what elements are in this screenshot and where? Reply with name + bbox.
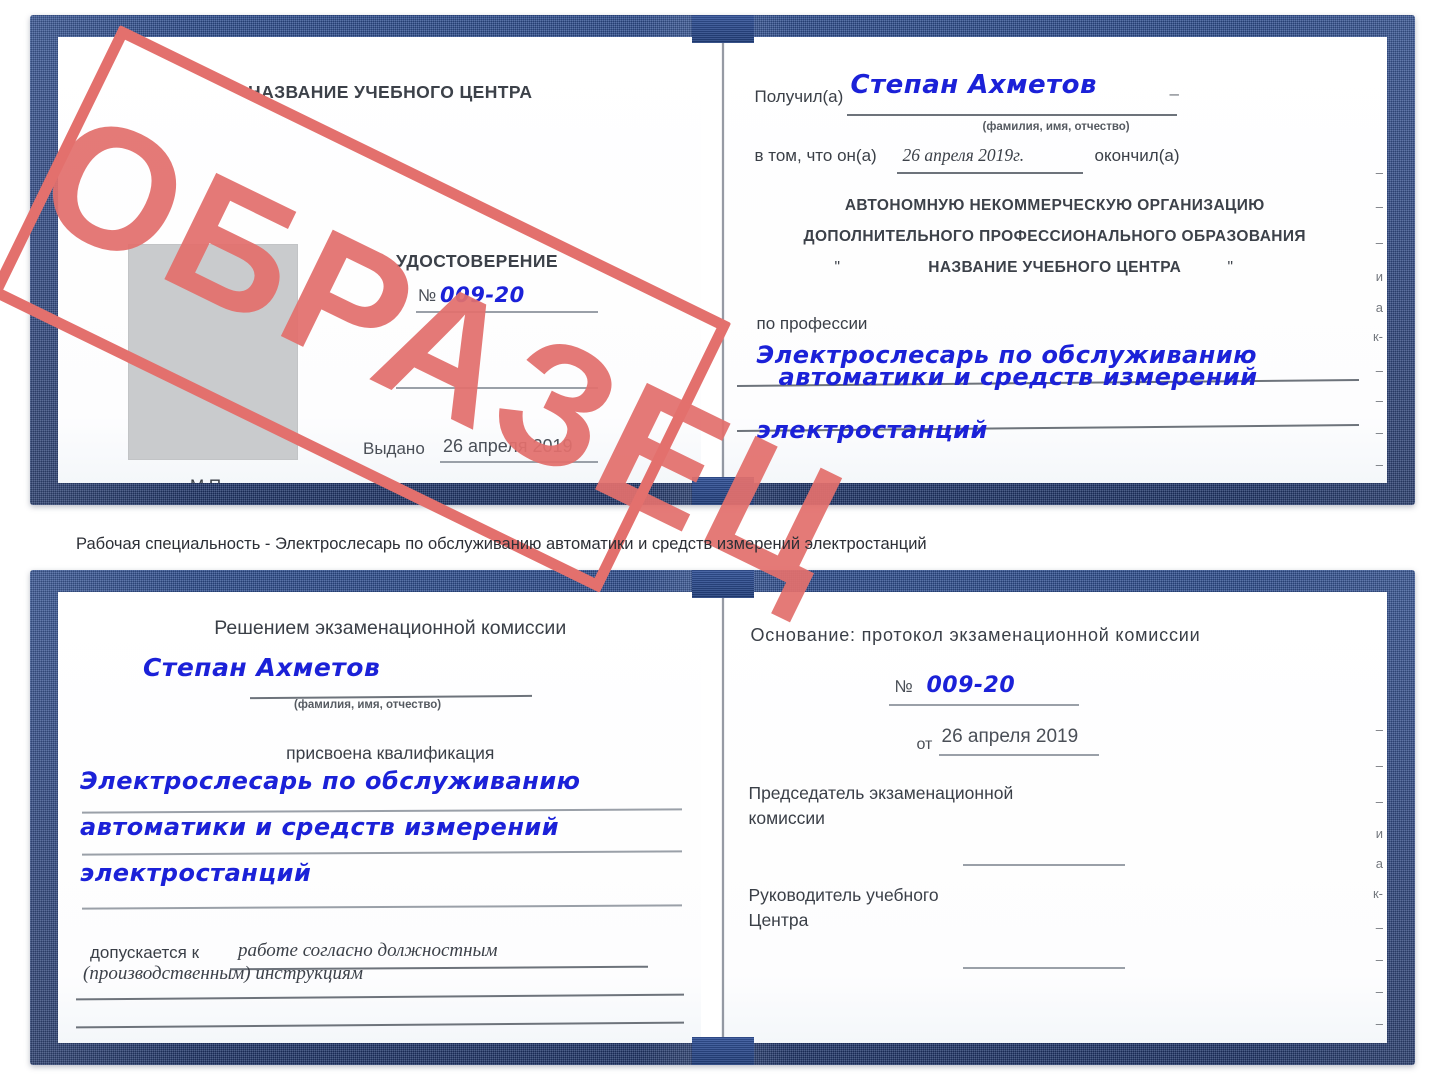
edge-fragment-4: и [1375,269,1383,284]
organization-line-2: ДОПОЛНИТЕЛЬНОГО ПРОФЕССИОНАЛЬНОГО ОБРАЗО… [803,228,1306,245]
blank-rule-1 [396,387,598,389]
edge-fragment-b9: – [1375,984,1383,999]
profession-line-3: электростанций [756,416,988,444]
graduate-name-format-hint: (фамилия, имя, отчество) [294,699,442,711]
qualification-line-3: электростанций [80,859,312,887]
page-fold-line [721,37,724,483]
qualification-line-2: автоматики и средств измерений [80,813,560,841]
head-of-center-signature-rule [962,967,1125,969]
edge-fragment-b4: и [1375,826,1383,841]
seal-place-label: М.П. [190,476,226,483]
received-by-label: Получил(а) [754,87,844,106]
issued-label: Выдано [363,439,425,458]
certificate-bottom: Решением экзаменационной комиссии Степан… [30,570,1415,1065]
qualification-rule-3 [81,904,683,910]
protocol-number-value: 009-20 [926,673,1016,698]
qualification-rule-2 [81,850,683,856]
spine-tab-top [691,15,754,43]
page-fold-gap-bottom [700,592,721,1043]
basis-protocol-label: Основание: протокол экзаменационной коми… [750,625,1201,645]
certificate-bottom-pages: Решением экзаменационной комиссии Степан… [58,592,1387,1043]
issued-date-rule [440,461,598,463]
completion-date-value: 26 апреля 2019г. [902,145,1025,165]
qualification-line-1: Электрослесарь по обслуживанию [80,767,581,795]
profession-line-2: автоматики и средств измерений [778,363,1258,391]
photo-placeholder [128,244,298,460]
training-center-name-heading: НАЗВАНИЕ УЧЕБНОГО ЦЕНТРА [248,82,533,102]
edge-fragment-2: – [1375,199,1383,214]
certificate-top-right-page: Получил(а) Степан Ахметов (фамилия, имя,… [722,37,1387,483]
edge-fragment-9: – [1375,425,1383,440]
edge-fragment-6: к- [1372,329,1383,344]
head-of-center-label-line-1: Руководитель учебного [748,885,939,905]
organization-quote-open: " [834,259,841,276]
admitted-to-label: допускается к [90,943,200,962]
finished-label: окончил(а) [1094,146,1180,165]
edge-fragment-1: – [1375,165,1383,180]
edge-fragment-5: а [1375,300,1383,315]
protocol-date-prefix: от [916,736,933,753]
recipient-name-value: Степан Ахметов [850,70,1097,100]
edge-fragment-b2: – [1375,758,1383,773]
document-type-label: УДОСТОВЕРЕНИЕ [396,251,558,271]
certificate-top-pages: НАЗВАНИЕ УЧЕБНОГО ЦЕНТРА УДОСТОВЕРЕНИЕ №… [58,37,1387,483]
caption-text: Рабочая специальность - Электрослесарь п… [76,535,927,553]
commission-decision-heading: Решением экзаменационной комиссии [214,617,567,639]
certificate-bottom-right-page: Основание: протокол экзаменационной коми… [722,592,1387,1043]
in-that-label: в том, что он(а) [754,146,877,165]
protocol-number-rule [888,704,1079,706]
protocol-date-value: 26 апреля 2019 [941,726,1079,747]
spine-tab-bottom-top [691,570,754,598]
certificate-bottom-left-page: Решением экзаменационной комиссии Степан… [58,592,723,1043]
completion-date-rule [896,172,1083,174]
graduate-name-value: Степан Ахметов [143,653,381,682]
chairman-signature-rule [962,864,1125,866]
head-of-center-label-line-2: Центра [748,910,809,930]
edge-fragment-b8: – [1375,952,1383,967]
chairman-label-line-1: Председатель экзаменационной [748,783,1014,803]
edge-fragment-b3: – [1375,794,1383,809]
admitted-to-text-2: (производственным) инструкциям [83,963,363,984]
admitted-to-text-1: работе согласно должностным [238,940,498,961]
organization-line-1: АВТОНОМНУЮ НЕКОММЕРЧЕСКУЮ ОРГАНИЗАЦИЮ [844,197,1265,214]
certificate-number-rule [416,311,598,313]
admitted-rule-2 [76,993,684,1000]
organization-line-3: НАЗВАНИЕ УЧЕБНОГО ЦЕНТРА [928,259,1182,276]
edge-fragment-10: – [1375,457,1383,472]
profession-label: по профессии [756,314,868,333]
name-format-hint: (фамилия, имя, отчество) [982,121,1130,133]
certificate-top: НАЗВАНИЕ УЧЕБНОГО ЦЕНТРА УДОСТОВЕРЕНИЕ №… [0,15,1415,628]
edge-fragment-b6: к- [1372,886,1383,901]
issued-date-value: 26 апреля 2019 [443,436,573,456]
protocol-number-prefix: № [894,677,913,696]
spine-tab-bottom-bottom [691,1037,754,1065]
edge-dash-right-of-name: – [1169,84,1179,103]
edge-fragment-3: – [1375,235,1383,250]
edge-fragment-b5: а [1375,856,1383,871]
edge-fragment-b7: – [1375,920,1383,935]
certificate-number-value: 009-20 [440,283,525,307]
certificate-top-left-page: НАЗВАНИЕ УЧЕБНОГО ЦЕНТРА УДОСТОВЕРЕНИЕ №… [58,37,723,483]
page-fold-gap [700,37,721,483]
edge-fragment-7: – [1375,363,1383,378]
page-fold-line-bottom [721,592,724,1043]
edge-fragment-b10: – [1375,1016,1383,1031]
edge-fragment-8: – [1375,393,1383,408]
protocol-date-rule [938,754,1099,756]
recipient-name-rule [846,114,1177,116]
edge-fragment-b1: – [1375,722,1383,737]
chairman-label-line-2: комиссии [748,808,825,828]
qualification-label: присвоена квалификация [286,743,495,763]
spine-tab-bottom [691,477,754,505]
organization-quote-close: " [1227,259,1234,276]
admitted-rule-3 [76,1021,684,1028]
certificate-number-prefix: № [418,286,437,305]
